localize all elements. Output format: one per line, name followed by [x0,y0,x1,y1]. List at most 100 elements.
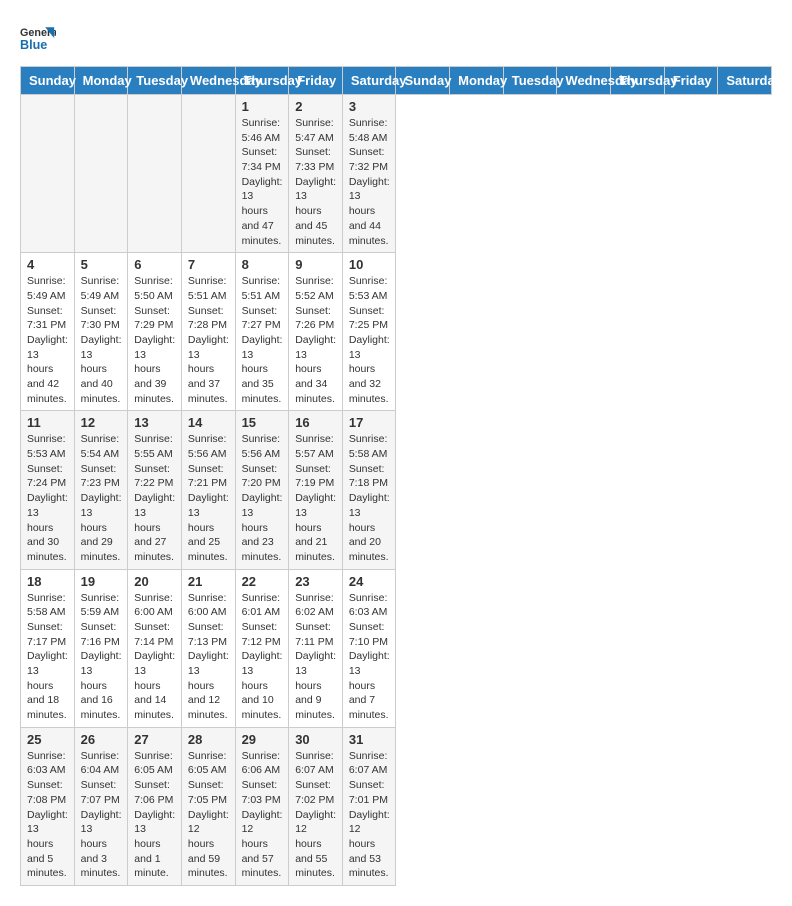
calendar-cell: 5 Sunrise: 5:49 AM Sunset: 7:30 PM Daylig… [74,253,128,411]
calendar-cell [181,95,235,253]
calendar-cell: 8 Sunrise: 5:51 AM Sunset: 7:27 PM Daylig… [235,253,289,411]
day-info: Sunrise: 5:49 AM Sunset: 7:30 PM Dayligh… [81,274,122,406]
day-number: 8 [242,257,283,272]
header-day-sunday: Sunday [21,67,75,95]
day-info: Sunrise: 5:50 AM Sunset: 7:29 PM Dayligh… [134,274,175,406]
header-sunday: Sunday [396,67,450,95]
day-info: Sunrise: 5:51 AM Sunset: 7:28 PM Dayligh… [188,274,229,406]
calendar-cell: 4Sunrise: 5:49 AM Sunset: 7:31 PM Daylig… [21,253,75,411]
day-number: 3 [349,99,390,114]
day-number: 31 [349,732,390,747]
day-info: Sunrise: 5:53 AM Sunset: 7:25 PM Dayligh… [349,274,390,406]
header-wednesday: Wednesday [557,67,611,95]
svg-text:Blue: Blue [20,38,47,52]
calendar-cell: 9 Sunrise: 5:52 AM Sunset: 7:26 PM Daylig… [289,253,343,411]
day-info: Sunrise: 6:03 AM Sunset: 7:10 PM Dayligh… [349,591,390,723]
calendar-cell: 6 Sunrise: 5:50 AM Sunset: 7:29 PM Daylig… [128,253,182,411]
day-number: 21 [188,574,229,589]
header-day-wednesday: Wednesday [181,67,235,95]
day-info: Sunrise: 6:02 AM Sunset: 7:11 PM Dayligh… [295,591,336,723]
day-number: 28 [188,732,229,747]
calendar-cell: 18 Sunrise: 5:58 AM Sunset: 7:17 PM Dayli… [21,569,75,727]
day-info: Sunrise: 5:53 AM Sunset: 7:24 PM Dayligh… [27,432,68,564]
calendar-cell: 2Sunrise: 5:47 AM Sunset: 7:33 PM Daylig… [289,95,343,253]
day-number: 9 [295,257,336,272]
calendar-cell [21,95,75,253]
calendar-cell: 26 Sunrise: 6:04 AM Sunset: 7:07 PM Dayli… [74,727,128,885]
calendar-cell: 20Sunrise: 6:00 AM Sunset: 7:14 PM Dayli… [128,569,182,727]
day-number: 5 [81,257,122,272]
calendar-cell [128,95,182,253]
day-number: 10 [349,257,390,272]
day-number: 17 [349,415,390,430]
day-info: Sunrise: 5:54 AM Sunset: 7:23 PM Dayligh… [81,432,122,564]
day-number: 16 [295,415,336,430]
header-friday: Friday [664,67,718,95]
day-info: Sunrise: 6:05 AM Sunset: 7:05 PM Dayligh… [188,749,229,881]
calendar-cell: 3Sunrise: 5:48 AM Sunset: 7:32 PM Daylig… [342,95,396,253]
day-number: 24 [349,574,390,589]
day-info: Sunrise: 6:07 AM Sunset: 7:02 PM Dayligh… [295,749,336,881]
page-header: General Blue [20,20,772,56]
calendar-cell: 21Sunrise: 6:00 AM Sunset: 7:13 PM Dayli… [181,569,235,727]
day-info: Sunrise: 5:56 AM Sunset: 7:20 PM Dayligh… [242,432,283,564]
day-number: 30 [295,732,336,747]
day-number: 18 [27,574,68,589]
day-number: 26 [81,732,122,747]
header-thursday: Thursday [611,67,665,95]
header-day-monday: Monday [74,67,128,95]
header-day-saturday: Saturday [342,67,396,95]
day-info: Sunrise: 6:07 AM Sunset: 7:01 PM Dayligh… [349,749,390,881]
calendar-cell: 31 Sunrise: 6:07 AM Sunset: 7:01 PM Dayli… [342,727,396,885]
day-info: Sunrise: 5:58 AM Sunset: 7:17 PM Dayligh… [27,591,68,723]
calendar-cell: 11 Sunrise: 5:53 AM Sunset: 7:24 PM Dayli… [21,411,75,569]
day-number: 19 [81,574,122,589]
calendar-cell: 17Sunrise: 5:58 AM Sunset: 7:18 PM Dayli… [342,411,396,569]
header-day-thursday: Thursday [235,67,289,95]
day-number: 15 [242,415,283,430]
day-number: 23 [295,574,336,589]
day-number: 25 [27,732,68,747]
calendar-week-1: 1Sunrise: 5:46 AM Sunset: 7:34 PM Daylig… [21,95,772,253]
day-number: 6 [134,257,175,272]
calendar-cell: 27Sunrise: 6:05 AM Sunset: 7:06 PM Dayli… [128,727,182,885]
day-info: Sunrise: 5:56 AM Sunset: 7:21 PM Dayligh… [188,432,229,564]
calendar-cell: 24 Sunrise: 6:03 AM Sunset: 7:10 PM Dayli… [342,569,396,727]
day-info: Sunrise: 6:06 AM Sunset: 7:03 PM Dayligh… [242,749,283,881]
day-info: Sunrise: 5:59 AM Sunset: 7:16 PM Dayligh… [81,591,122,723]
day-number: 13 [134,415,175,430]
calendar-cell: 10 Sunrise: 5:53 AM Sunset: 7:25 PM Dayli… [342,253,396,411]
calendar-cell [74,95,128,253]
day-info: Sunrise: 6:04 AM Sunset: 7:07 PM Dayligh… [81,749,122,881]
day-number: 27 [134,732,175,747]
calendar-cell: 16Sunrise: 5:57 AM Sunset: 7:19 PM Dayli… [289,411,343,569]
header-saturday: Saturday [718,67,772,95]
calendar-cell: 28 Sunrise: 6:05 AM Sunset: 7:05 PM Dayli… [181,727,235,885]
calendar-week-4: 18 Sunrise: 5:58 AM Sunset: 7:17 PM Dayli… [21,569,772,727]
day-info: Sunrise: 6:00 AM Sunset: 7:14 PM Dayligh… [134,591,175,723]
calendar-cell: 7 Sunrise: 5:51 AM Sunset: 7:28 PM Daylig… [181,253,235,411]
header-monday: Monday [450,67,504,95]
day-number: 7 [188,257,229,272]
header-tuesday: Tuesday [503,67,557,95]
calendar-header-row: SundayMondayTuesdayWednesdayThursdayFrid… [21,67,772,95]
calendar-week-3: 11 Sunrise: 5:53 AM Sunset: 7:24 PM Dayli… [21,411,772,569]
calendar-cell: 15 Sunrise: 5:56 AM Sunset: 7:20 PM Dayli… [235,411,289,569]
day-number: 12 [81,415,122,430]
day-info: Sunrise: 5:52 AM Sunset: 7:26 PM Dayligh… [295,274,336,406]
calendar-cell: 29 Sunrise: 6:06 AM Sunset: 7:03 PM Dayli… [235,727,289,885]
day-info: Sunrise: 6:01 AM Sunset: 7:12 PM Dayligh… [242,591,283,723]
calendar-cell: 19 Sunrise: 5:59 AM Sunset: 7:16 PM Dayli… [74,569,128,727]
calendar-cell: 1Sunrise: 5:46 AM Sunset: 7:34 PM Daylig… [235,95,289,253]
calendar-cell: 23 Sunrise: 6:02 AM Sunset: 7:11 PM Dayli… [289,569,343,727]
calendar-cell: 12 Sunrise: 5:54 AM Sunset: 7:23 PM Dayli… [74,411,128,569]
day-number: 29 [242,732,283,747]
day-info: Sunrise: 5:51 AM Sunset: 7:27 PM Dayligh… [242,274,283,406]
header-day-friday: Friday [289,67,343,95]
day-number: 14 [188,415,229,430]
day-number: 11 [27,415,68,430]
day-info: Sunrise: 5:46 AM Sunset: 7:34 PM Dayligh… [242,116,283,248]
day-info: Sunrise: 5:49 AM Sunset: 7:31 PM Dayligh… [27,274,68,406]
calendar-cell: 25Sunrise: 6:03 AM Sunset: 7:08 PM Dayli… [21,727,75,885]
calendar-cell: 13Sunrise: 5:55 AM Sunset: 7:22 PM Dayli… [128,411,182,569]
